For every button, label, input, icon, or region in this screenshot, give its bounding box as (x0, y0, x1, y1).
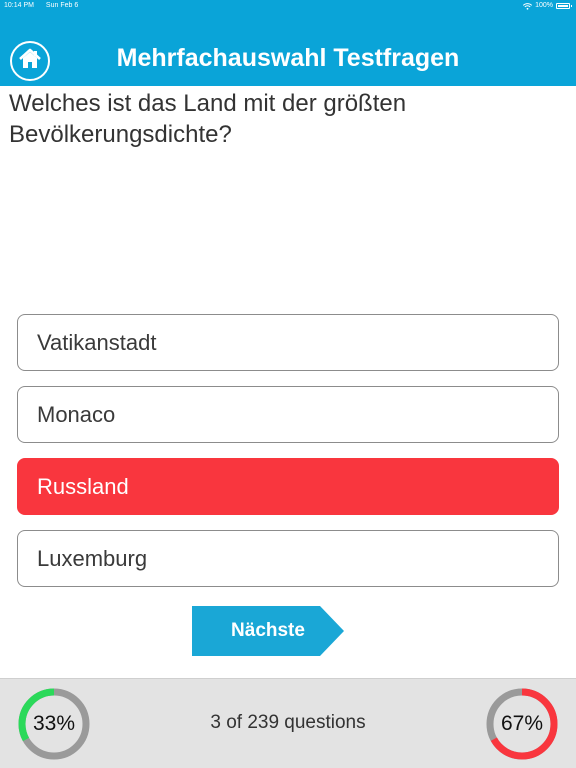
status-bar: 10:14 PM Sun Feb 6 100% (0, 0, 576, 14)
header-bar: Mehrfachauswahl Testfragen (0, 14, 576, 86)
next-button[interactable]: Nächste (192, 606, 344, 656)
status-date: Sun Feb 6 (45, 2, 79, 9)
question-text: Welches ist das Land mit der größten Bev… (9, 90, 407, 148)
wrong-gauge: 67% (485, 687, 559, 761)
wrong-percent: 67% (500, 712, 544, 735)
answer-option-2[interactable]: Monaco (17, 386, 559, 443)
battery-percent: 100% (535, 2, 553, 9)
answer-option-4[interactable]: Luxemburg (17, 530, 559, 587)
quiz-screen: 10:14 PM Sun Feb 6 100% Mehrfachauswahl … (0, 0, 576, 768)
answer-option-1[interactable]: Vatikanstadt (17, 314, 559, 371)
footer-bar: 33% 3 of 239 questions 67% (0, 678, 576, 768)
status-time: 10:14 PM (4, 2, 34, 9)
answer-option-3[interactable]: Russland (17, 458, 559, 515)
wifi-icon (523, 2, 533, 10)
status-left: 10:14 PM Sun Feb 6 (4, 0, 88, 12)
page-title: Mehrfachauswahl Testfragen (116, 44, 460, 72)
next-button-label: Nächste (231, 620, 305, 641)
battery-icon (556, 3, 572, 9)
status-right: 100% (523, 0, 572, 12)
